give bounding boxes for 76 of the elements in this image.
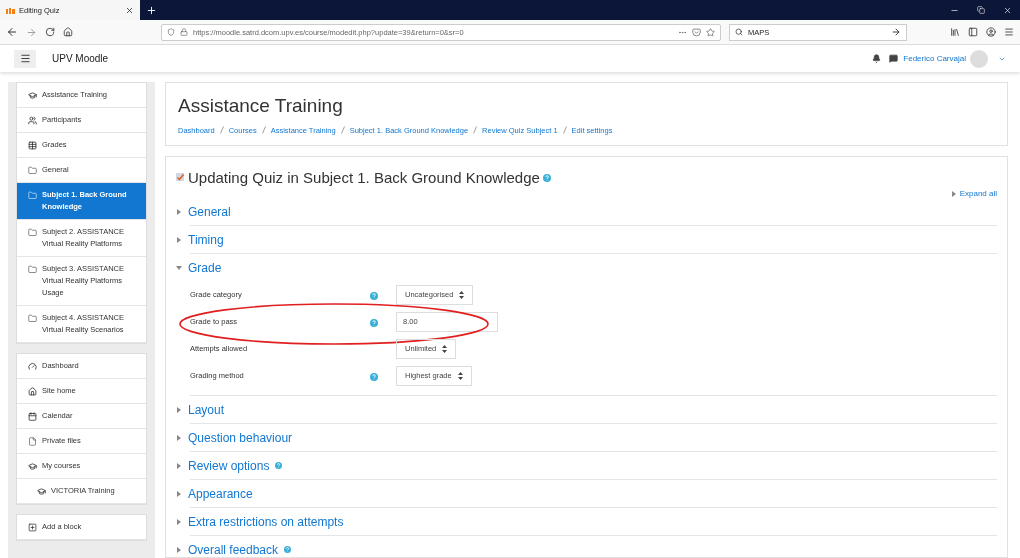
help-icon[interactable]	[370, 372, 378, 381]
home-icon[interactable]	[63, 27, 73, 37]
go-arrow-icon[interactable]	[891, 27, 901, 37]
close-icon[interactable]	[125, 5, 134, 15]
back-icon[interactable]	[6, 26, 18, 38]
bell-icon[interactable]	[872, 54, 882, 63]
menu-icon[interactable]	[1004, 27, 1014, 37]
close-window-icon[interactable]	[1003, 5, 1012, 15]
section-header[interactable]: Question behaviour	[188, 430, 293, 445]
form-heading: Updating Quiz in Subject 1. Back Ground Knowledge	[188, 169, 540, 186]
caret-down-icon[interactable]	[176, 264, 182, 271]
shield-icon	[167, 28, 175, 36]
folder-icon	[28, 264, 37, 274]
breadcrumb-separator-icon	[261, 126, 266, 134]
section-header[interactable]: Extra restrictions on attempts	[188, 514, 344, 529]
caret-right-icon[interactable]	[176, 236, 182, 243]
restore-icon[interactable]	[977, 6, 985, 14]
help-icon[interactable]	[370, 318, 378, 327]
caret-right-icon[interactable]	[176, 462, 182, 469]
user-name[interactable]: Federico Carvajal	[903, 54, 966, 63]
page-title: Assistance Training	[178, 95, 344, 117]
help-icon[interactable]	[542, 173, 551, 182]
chat-icon[interactable]	[889, 54, 899, 63]
section-header[interactable]: Layout	[188, 402, 225, 417]
sidebar-icon[interactable]	[968, 27, 978, 37]
menu-button[interactable]	[14, 49, 36, 68]
folder-icon	[28, 227, 37, 237]
table-icon	[28, 140, 37, 150]
new-tab-icon[interactable]	[146, 5, 157, 16]
caret-right-icon[interactable]	[176, 546, 182, 553]
pocket-icon[interactable]	[692, 27, 701, 37]
breadcrumb-separator-icon	[340, 126, 345, 134]
lock-icon	[180, 28, 188, 36]
search-icon	[735, 28, 743, 36]
sort-caret-icon	[459, 290, 465, 299]
site-name[interactable]: UPV Moodle	[52, 53, 109, 64]
caret-right-icon[interactable]	[176, 406, 182, 413]
breadcrumb-separator-icon	[562, 126, 567, 134]
menu-icon	[19, 53, 31, 64]
caret-right-icon[interactable]	[176, 434, 182, 441]
breadcrumb-separator-icon	[219, 126, 224, 134]
forward-icon[interactable]	[26, 26, 37, 38]
graduation-cap-icon	[28, 90, 37, 100]
folder-icon	[28, 313, 37, 323]
breadcrumb-separator-icon	[473, 126, 478, 134]
file-icon	[28, 436, 37, 446]
star-icon[interactable]	[706, 27, 715, 37]
sort-caret-icon	[442, 344, 448, 353]
section-header[interactable]: General	[188, 204, 231, 219]
section-header[interactable]: Timing	[188, 232, 224, 247]
graduation-cap-icon	[37, 486, 46, 496]
section-header[interactable]: Appearance	[188, 486, 253, 501]
library-icon[interactable]	[950, 27, 960, 37]
caret-right-icon[interactable]	[176, 518, 182, 525]
graduation-cap-icon	[28, 461, 37, 471]
home-icon	[28, 386, 37, 396]
section-header[interactable]: Overall feedback	[188, 542, 279, 557]
caret-right-icon[interactable]	[176, 490, 182, 497]
quiz-icon	[176, 173, 185, 182]
caret-right-icon[interactable]	[176, 208, 182, 215]
calendar-icon	[28, 411, 37, 421]
reload-icon[interactable]	[45, 27, 55, 37]
expand-all-link[interactable]: Expand all	[950, 189, 997, 198]
help-icon[interactable]	[370, 291, 378, 300]
people-icon	[28, 115, 37, 125]
account-icon[interactable]	[986, 27, 996, 37]
help-icon[interactable]	[275, 462, 283, 469]
plus-square-icon	[28, 522, 37, 532]
section-header[interactable]: Grade	[188, 260, 222, 275]
caret-right-icon[interactable]	[950, 190, 957, 197]
sort-caret-icon	[457, 371, 463, 380]
help-icon[interactable]	[284, 546, 292, 553]
folder-icon	[28, 190, 37, 200]
gauge-icon	[28, 361, 37, 371]
section-header[interactable]: Review options	[188, 458, 270, 473]
folder-icon	[28, 165, 37, 175]
